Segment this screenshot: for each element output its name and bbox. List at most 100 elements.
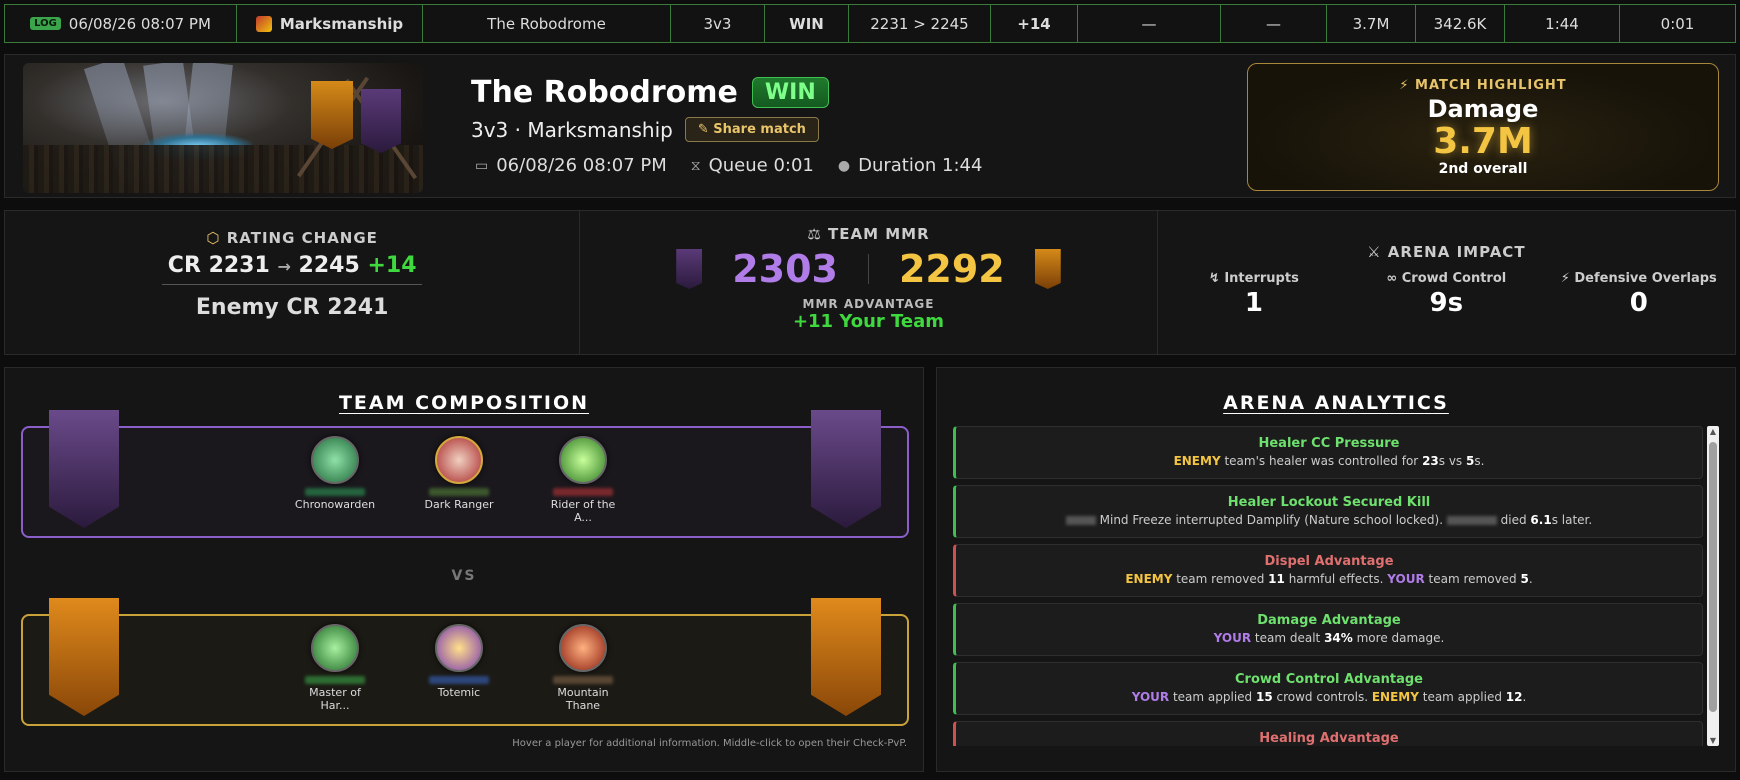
bracket-spec: 3v3 · Marksmanship [471,117,673,142]
spec-icon [435,436,483,484]
team-composition-panel: TEAM COMPOSITION Chronowarden Dark Range… [4,367,924,772]
log-badge: LOG [30,17,61,30]
analytics-list[interactable]: Healer CC Pressure ENEMY team's healer w… [953,426,1703,746]
calendar-icon: ▭ [475,157,489,174]
cr-line: CR 2231 → 2245 +14 [167,253,417,278]
alliance-banner-left-icon [49,598,119,716]
team-mmr-panel: ⚖ TEAM MMR 2303 2292 MMR ADVANTAGE +11 Y… [580,211,1158,354]
match-log-row[interactable]: LOG 06/08/26 08:07 PM Marksmanship The R… [4,4,1736,43]
impact-icon: ⚔ [1367,243,1382,261]
log-col-a: — [1078,5,1221,42]
divider [162,284,423,285]
log-arena: The Robodrome [423,5,671,42]
player-name-hidden [553,488,613,496]
highlight-value: 3.7M [1433,121,1533,162]
rating-change-panel: ⬡ RATING CHANGE CR 2231 → 2245 +14 Enemy… [5,211,581,354]
scroll-down-icon[interactable]: ▼ [1707,736,1719,745]
arena-impact-heading: ⚔ ARENA IMPACT [1367,243,1526,261]
match-meta: ▭ 06/08/26 08:07 PM ⧖ Queue 0:01 ● Duration… [475,155,982,176]
match-header: The Robodrome WIN 3v3 · Marksmanship ✎ S… [4,54,1736,198]
player-name-hidden [305,488,365,496]
page-title: The Robodrome WIN [471,75,829,110]
hidden-name [1446,516,1497,525]
log-result: WIN [765,5,849,42]
team-mmr-value: 2303 [732,247,838,291]
rating-change-heading: ⬡ RATING CHANGE [206,229,378,247]
player-name-hidden [553,676,613,684]
share-match-button[interactable]: ✎ Share match [684,117,819,142]
result-badge: WIN [751,77,829,108]
log-queue: 0:01 [1660,14,1695,33]
analytics-card: Damage Advantage YOUR team dealt 34% mor… [953,603,1703,656]
match-queue: ⧖ Queue 0:01 [690,155,814,176]
enemy-flag-icon [1034,249,1061,289]
hidden-name [1065,516,1096,525]
log-healing: 342.6K [1416,5,1505,42]
spec-icon [435,624,483,672]
team-player-2[interactable]: Dark Ranger [417,436,501,524]
highlight-title: Damage [1427,95,1539,123]
impact-crowd-control: ∞ Crowd Control 9s [1386,271,1507,318]
log-bracket: 3v3 [671,5,765,42]
analytics-card: Crowd Control Advantage YOUR team applie… [953,662,1703,715]
analytics-card: Healing Advantage [953,721,1703,746]
enemy-player-2[interactable]: Totemic [417,624,501,712]
player-name-hidden [429,676,489,684]
analytics-card: Healer CC Pressure ENEMY team's healer w… [953,426,1703,479]
team-composition-title: TEAM COMPOSITION [338,392,590,414]
arena-impact-panel: ⚔ ARENA IMPACT ↯ Interrupts 1 ∞ Crowd Co… [1158,211,1735,354]
log-spec: Marksmanship [279,14,404,33]
scrollbar-thumb[interactable] [1709,442,1717,712]
stopwatch-icon: ● [837,157,851,174]
composition-hint: Hover a player for additional informatio… [512,738,907,749]
bolt-icon: ⚡ [1560,271,1570,286]
highlight-sub: 2nd overall [1438,161,1528,177]
team-flag-icon [676,249,703,289]
arena-name: The Robodrome [471,75,738,110]
player-name-hidden [305,676,365,684]
horde-banner-left-icon [49,410,119,528]
highlight-tag: ⚡ MATCH HIGHLIGHT [1399,78,1567,93]
horde-flag-icon [311,81,353,149]
horde-banner-right-icon [811,410,881,528]
match-date: ▭ 06/08/26 08:07 PM [475,155,667,176]
spec-icon [559,624,607,672]
team-player-1[interactable]: Chronowarden [293,436,377,524]
mmr-values: 2303 2292 [580,247,1156,291]
enemy-player-1[interactable]: Master of Har... [293,624,377,712]
log-date-cell: LOG 06/08/26 08:07 PM [5,5,237,42]
shield-icon: ⬡ [206,229,221,247]
log-rating-change: +14 [991,5,1078,42]
scales-icon: ⚖ [807,225,822,243]
impact-defensive-overlaps: ⚡ Defensive Overlaps 0 [1560,271,1717,318]
arena-banner-image [23,63,423,193]
interrupt-icon: ↯ [1208,271,1220,286]
spec-icon [559,436,607,484]
enemy-cr: Enemy CR 2241 [195,295,389,320]
analytics-card: Dispel Advantage ENEMY team removed 11 h… [953,544,1703,597]
spec-icon [311,436,359,484]
stats-row: ⬡ RATING CHANGE CR 2231 → 2245 +14 Enemy… [4,210,1736,355]
team-player-3[interactable]: Rider of the A... [541,436,625,524]
alliance-banner-right-icon [811,598,881,716]
spec-icon [311,624,359,672]
enemy-mmr-value: 2292 [898,247,1005,291]
scroll-up-icon[interactable]: ▲ [1707,427,1719,436]
spec-icon [255,15,272,32]
mmr-advantage-value: +11 Your Team [792,311,945,332]
log-datetime: 06/08/26 08:07 PM [68,14,211,33]
chain-icon: ∞ [1386,271,1398,286]
match-duration: ● Duration 1:44 [837,155,983,176]
log-spec-cell: Marksmanship [237,5,423,42]
log-damage: 3.7M [1327,5,1416,42]
enemy-box: Master of Har... Totemic Mountain Thane [21,598,909,726]
player-name-hidden [429,488,489,496]
hourglass-icon: ⧖ [690,157,701,174]
mmr-advantage-label: MMR ADVANTAGE [802,297,935,311]
arena-analytics-title: ARENA ANALYTICS [1223,392,1449,414]
analytics-scrollbar[interactable]: ▲ ▼ [1707,426,1719,746]
arena-analytics-panel: ARENA ANALYTICS Healer CC Pressure ENEMY… [936,367,1736,772]
enemy-player-3[interactable]: Mountain Thane [541,624,625,712]
analytics-card: Healer Lockout Secured Kill Mind Freeze … [953,485,1703,538]
team-mmr-heading: ⚖ TEAM MMR [807,225,930,243]
